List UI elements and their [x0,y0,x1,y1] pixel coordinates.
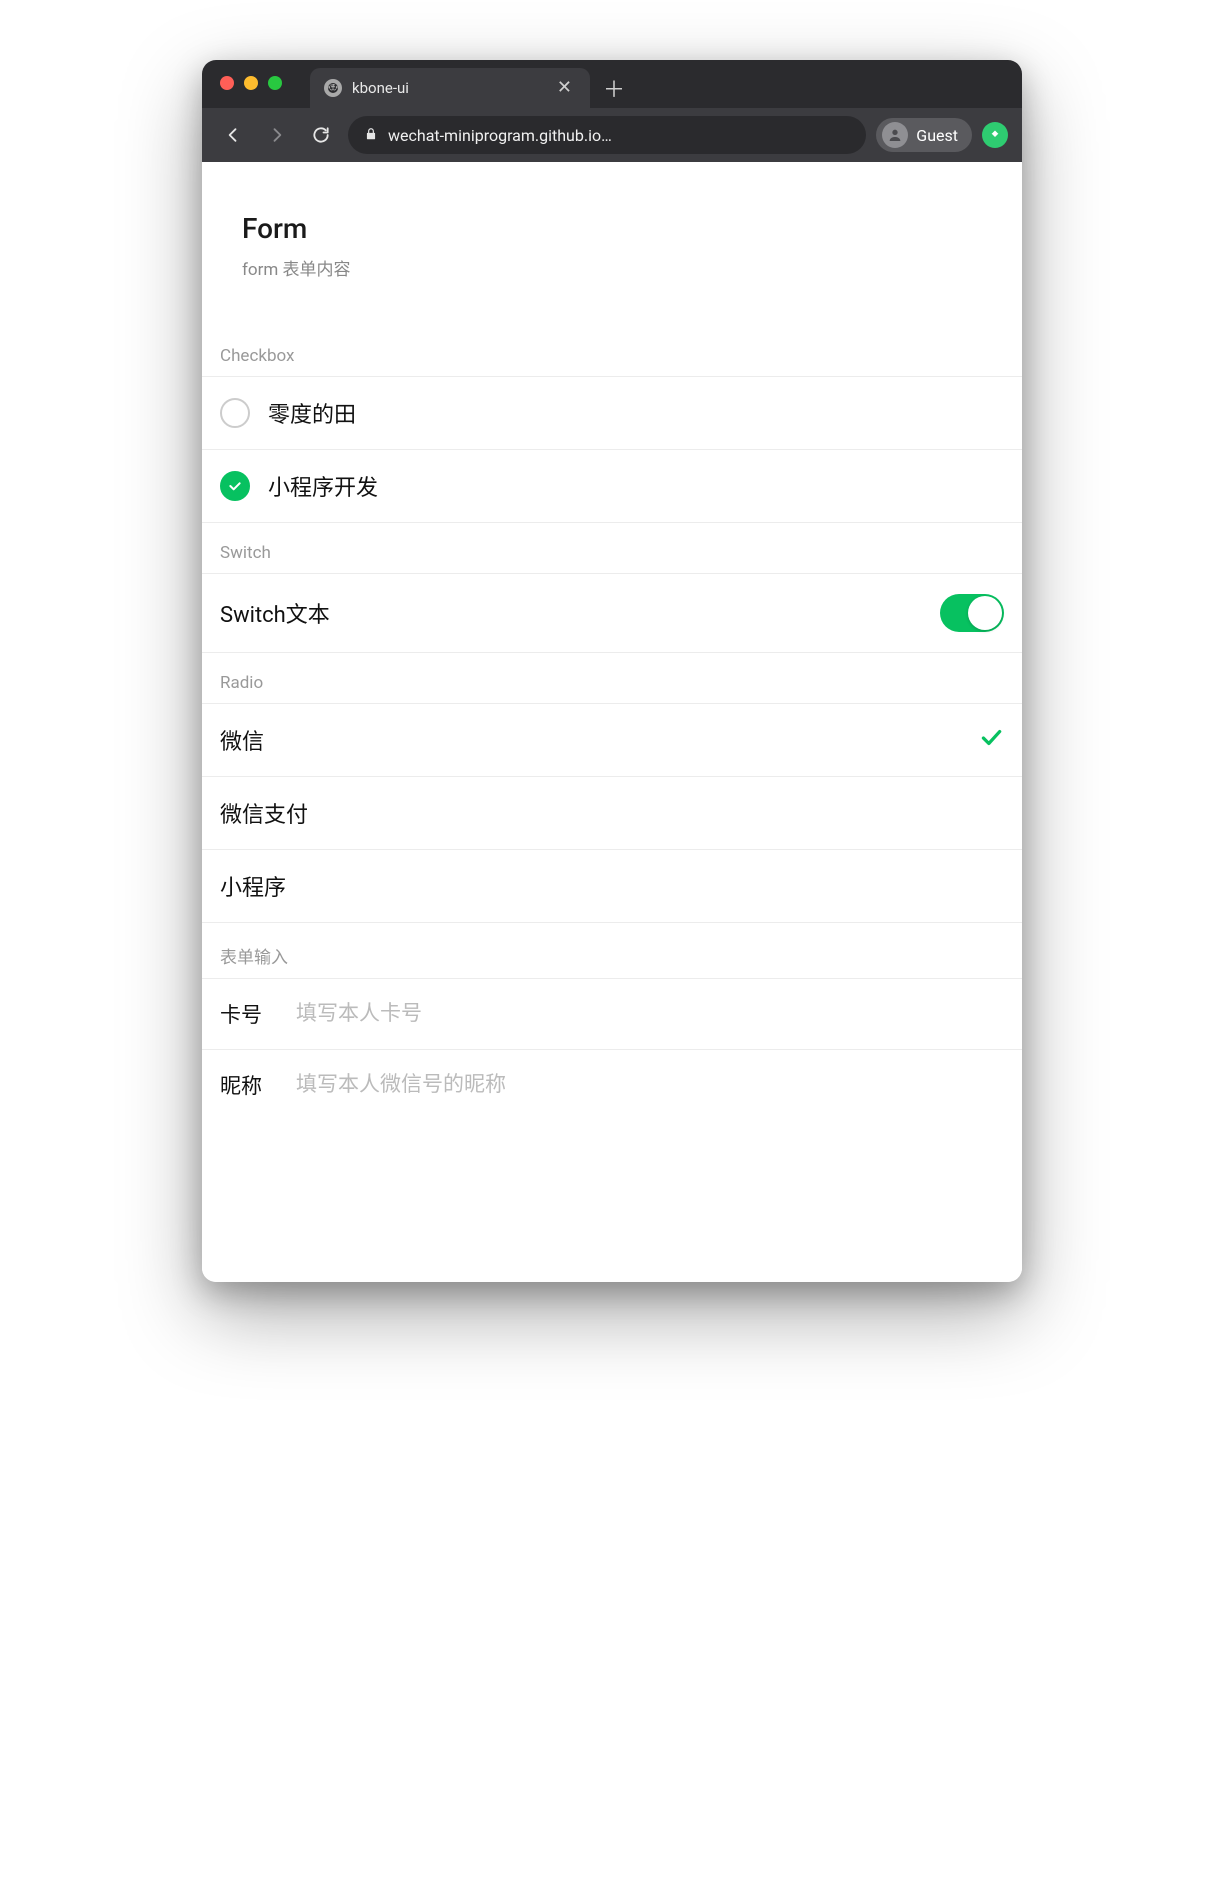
radio-label: 微信 [220,724,960,756]
section-title-switch: Switch [202,523,1022,573]
lock-icon [364,126,378,145]
new-tab-button[interactable]: ＋ [596,70,632,106]
address-bar[interactable]: wechat-miniprogram.github.io… [348,116,866,154]
maximize-window-button[interactable] [268,76,282,90]
radio-group: 微信 微信支付 小程序 [202,703,1022,923]
radio-cell[interactable]: 微信支付 [202,777,1022,850]
section-title-inputs: 表单输入 [202,923,1022,978]
page-content: Form form 表单内容 Checkbox 零度的田 小程序开发 Switc… [202,162,1022,1282]
check-icon [978,724,1004,756]
switch-cell[interactable]: Switch文本 [202,574,1022,653]
input-cell-card: 卡号 [202,979,1022,1050]
section-title-checkbox: Checkbox [202,302,1022,376]
tab-title: kbone-ui [352,79,543,97]
browser-toolbar: wechat-miniprogram.github.io… Guest [202,108,1022,162]
tab-strip: kbone-ui ✕ ＋ [202,60,1022,108]
close-window-button[interactable] [220,76,234,90]
nickname-input[interactable] [296,1073,1004,1097]
input-cell-nickname: 昵称 [202,1050,1022,1120]
checkbox-group: 零度的田 小程序开发 [202,376,1022,523]
checkbox-checked-icon [220,471,250,501]
radio-cell[interactable]: 微信 [202,704,1022,777]
section-title-radio: Radio [202,653,1022,703]
browser-tab[interactable]: kbone-ui ✕ [310,68,590,108]
extension-button[interactable] [982,122,1008,148]
window-controls [220,76,282,90]
radio-label: 微信支付 [220,797,1004,829]
radio-cell[interactable]: 小程序 [202,850,1022,923]
switch-group: Switch文本 [202,573,1022,653]
reload-button[interactable] [304,118,338,152]
minimize-window-button[interactable] [244,76,258,90]
input-group: 卡号 昵称 [202,978,1022,1120]
input-label: 昵称 [220,1070,274,1100]
page-title: Form [242,212,982,245]
page-subtitle: form 表单内容 [242,255,982,280]
switch-toggle[interactable] [940,594,1004,632]
card-number-input[interactable] [296,1002,1004,1026]
switch-label: Switch文本 [220,597,922,629]
checkbox-label: 小程序开发 [268,470,1004,502]
browser-window: kbone-ui ✕ ＋ wechat-miniprogram.github.i… [202,60,1022,1282]
person-icon [882,122,908,148]
url-text: wechat-miniprogram.github.io… [388,126,850,145]
radio-label: 小程序 [220,870,1004,902]
globe-icon [324,79,342,97]
profile-label: Guest [916,126,958,145]
checkbox-label: 零度的田 [268,397,1004,429]
back-button[interactable] [216,118,250,152]
profile-button[interactable]: Guest [876,118,972,152]
input-label: 卡号 [220,999,274,1029]
checkbox-unchecked-icon [220,398,250,428]
forward-button[interactable] [260,118,294,152]
checkbox-cell[interactable]: 零度的田 [202,377,1022,450]
page-header: Form form 表单内容 [202,162,1022,302]
close-tab-button[interactable]: ✕ [553,77,576,99]
checkbox-cell[interactable]: 小程序开发 [202,450,1022,523]
